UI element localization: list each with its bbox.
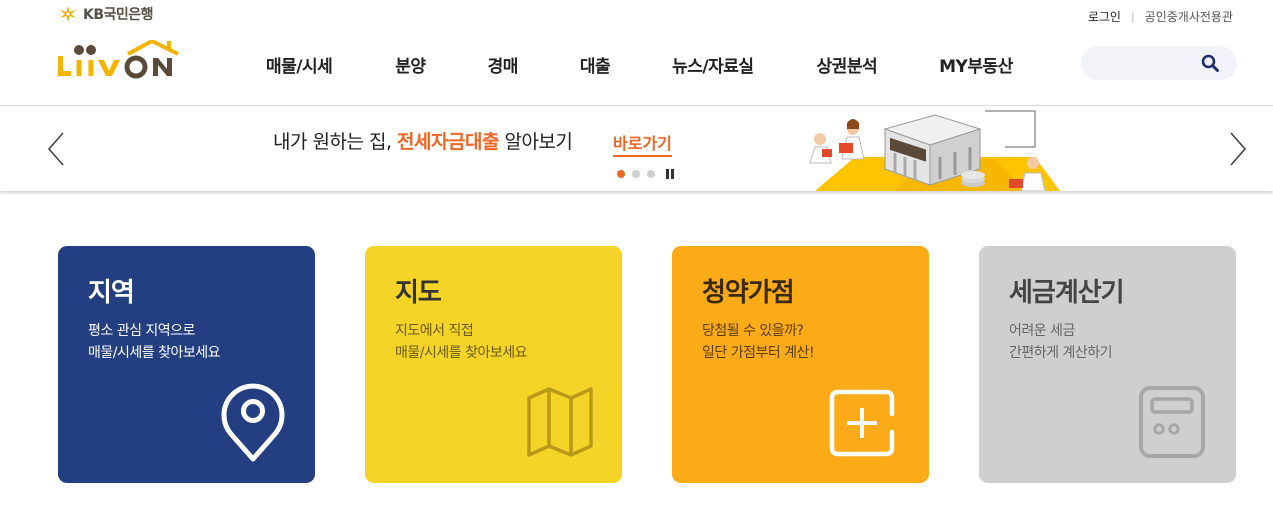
tax-calculator-card-desc-line: 어려운 세금	[1009, 323, 1075, 339]
region-card[interactable]: 지역 평소 관심 지역으로 매물/시세를 찾아보세요	[58, 246, 315, 483]
utility-links: 로그인 | 공인중개사전용관	[1088, 8, 1233, 25]
nav-item-my-realestate[interactable]: MY부동산	[939, 52, 1013, 77]
subscription-score-card[interactable]: 청약가점 당첨될 수 있을까? 일단 가점부터 계산!	[672, 246, 929, 483]
banner-next-arrow-icon[interactable]	[1228, 131, 1248, 167]
tax-calculator-card-title: 세금계산기	[1009, 278, 1125, 308]
folded-map-icon	[527, 387, 593, 457]
liiv-on-logo[interactable]	[57, 40, 179, 80]
subscription-card-desc-line: 당첨될 수 있을까?	[702, 323, 804, 339]
banner-text-suffix: 알아보기	[498, 131, 573, 153]
calculator-icon	[1139, 386, 1205, 458]
map-card-title: 지도	[395, 278, 442, 308]
plus-box-icon	[829, 389, 895, 457]
subscription-card-desc-line: 일단 가점부터 계산!	[702, 345, 815, 361]
subscription-card-desc: 당첨될 수 있을까? 일단 가점부터 계산!	[702, 320, 815, 364]
map-card[interactable]: 지도 지도에서 직접 매물/시세를 찾아보세요	[365, 246, 622, 483]
banner-go-link[interactable]: 바로가기	[613, 130, 672, 157]
promo-banner: 내가 원하는 집, 전세자금대출 알아보기 바로가기	[0, 107, 1273, 191]
tax-calculator-card-desc: 어려운 세금 간편하게 계산하기	[1009, 320, 1113, 364]
pagination-dot-2[interactable]	[632, 170, 640, 178]
nav-item-listings[interactable]: 매물/시세	[266, 52, 333, 77]
region-card-desc-line: 매물/시세를 찾아보세요	[88, 345, 220, 361]
kb-star-icon	[60, 6, 76, 22]
region-card-title: 지역	[88, 278, 135, 308]
nav-item-loan[interactable]: 대출	[580, 52, 611, 77]
banner-prev-arrow-icon[interactable]	[46, 131, 66, 167]
agent-portal-link[interactable]: 공인중개사전용관	[1145, 8, 1233, 25]
kb-bank-logo[interactable]: KB국민은행	[57, 4, 154, 24]
nav-item-presale[interactable]: 분양	[395, 52, 426, 77]
bank-building-illustration	[809, 110, 1060, 191]
banner-text-prefix: 내가 원하는 집,	[273, 131, 398, 153]
tax-calculator-card[interactable]: 세금계산기 어려운 세금 간편하게 계산하기	[979, 246, 1236, 483]
map-card-desc: 지도에서 직접 매물/시세를 찾아보세요	[395, 320, 527, 364]
location-pin-icon	[221, 383, 285, 462]
banner-text-highlight: 전세자금대출	[397, 131, 499, 153]
nav-item-auction[interactable]: 경매	[488, 52, 519, 77]
search-icon[interactable]	[1201, 54, 1219, 72]
kb-bank-name: KB국민은행	[83, 7, 154, 23]
subscription-card-title: 청약가점	[702, 278, 795, 308]
banner-pagination	[617, 169, 674, 179]
map-card-desc-line: 매물/시세를 찾아보세요	[395, 345, 527, 361]
map-card-desc-line: 지도에서 직접	[395, 323, 474, 339]
region-card-desc-line: 평소 관심 지역으로	[88, 323, 195, 339]
link-divider: |	[1130, 10, 1135, 23]
search-box[interactable]	[1081, 46, 1237, 80]
region-card-desc: 평소 관심 지역으로 매물/시세를 찾아보세요	[88, 320, 220, 364]
nav-item-news[interactable]: 뉴스/자료실	[672, 52, 754, 77]
pagination-dot-1[interactable]	[617, 170, 625, 178]
tax-calculator-card-desc-line: 간편하게 계산하기	[1009, 345, 1113, 361]
login-link[interactable]: 로그인	[1088, 8, 1121, 25]
pause-icon[interactable]	[666, 169, 674, 179]
main-navigation: 매물/시세 분양 경매 대출 뉴스/자료실 상권분석 MY부동산	[266, 52, 1013, 77]
site-header: KB국민은행 로그인 | 공인중개사전용관 매물/시세 분양 경매 대출 뉴스/…	[0, 0, 1273, 106]
banner-headline: 내가 원하는 집, 전세자금대출 알아보기	[273, 127, 573, 154]
nav-item-market-analysis[interactable]: 상권분석	[817, 52, 878, 77]
pagination-dot-3[interactable]	[647, 170, 655, 178]
